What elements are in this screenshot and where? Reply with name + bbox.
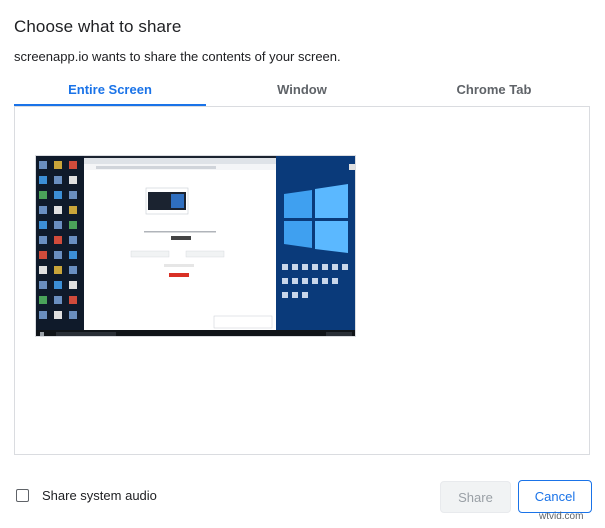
tab-entire-screen[interactable]: Entire Screen <box>14 77 206 107</box>
share-audio-toggle[interactable]: Share system audio <box>16 488 157 503</box>
dialog-subtitle: screenapp.io wants to share the contents… <box>14 49 341 64</box>
dialog-title: Choose what to share <box>14 17 182 36</box>
cancel-button[interactable]: Cancel <box>518 480 592 513</box>
tab-chrome-tab[interactable]: Chrome Tab <box>398 77 590 107</box>
share-button[interactable]: Share <box>440 481 511 513</box>
share-audio-checkbox[interactable] <box>16 489 29 502</box>
watermark: wtvid.com <box>539 511 584 522</box>
tab-window[interactable]: Window <box>206 77 398 107</box>
source-panel <box>14 106 590 455</box>
tab-bar: Entire Screen Window Chrome Tab <box>14 77 590 107</box>
screen-thumbnail[interactable] <box>35 155 356 337</box>
share-audio-label: Share system audio <box>42 488 157 503</box>
screen-preview-image <box>36 156 355 336</box>
share-dialog: Choose what to share screenapp.io wants … <box>0 0 605 528</box>
